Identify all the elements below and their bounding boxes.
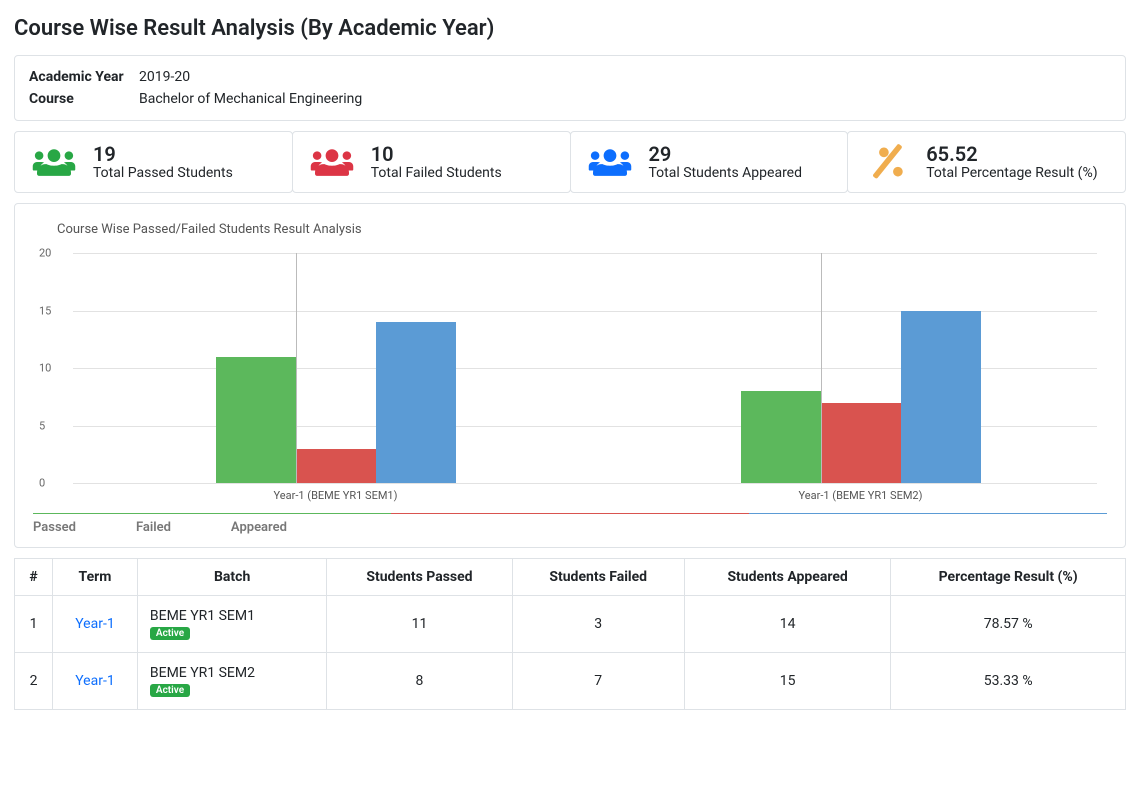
- stat-percentage-label: Total Percentage Result (%): [926, 165, 1097, 181]
- cell-passed: 8: [327, 653, 512, 710]
- th-appeared: Students Appeared: [684, 559, 890, 596]
- cell-batch: BEME YR1 SEM2Active: [137, 653, 326, 710]
- percent-icon: [860, 142, 914, 182]
- stat-appeared-label: Total Students Appeared: [649, 165, 803, 181]
- stat-appeared: 29 Total Students Appeared: [570, 131, 849, 193]
- table-row: 1Year-1BEME YR1 SEM1Active1131478.57 %: [15, 596, 1126, 653]
- stat-failed-value: 10: [371, 143, 502, 165]
- bar-appeared[interactable]: [901, 311, 981, 484]
- bar-failed[interactable]: [296, 449, 376, 484]
- x-tick: Year-1 (BEME YR1 SEM1): [274, 489, 398, 502]
- cell-term[interactable]: Year-1: [53, 596, 138, 653]
- cell-pct: 53.33 %: [891, 653, 1126, 710]
- bar-passed[interactable]: [216, 357, 296, 484]
- bar-passed[interactable]: [741, 391, 821, 483]
- stat-failed-label: Total Failed Students: [371, 165, 502, 181]
- bar-chart[interactable]: 05101520Year-1 (BEME YR1 SEM1)Year-1 (BE…: [73, 253, 1097, 483]
- legend-appeared[interactable]: Appeared: [231, 520, 287, 535]
- th-failed: Students Failed: [512, 559, 684, 596]
- users-icon: [583, 142, 637, 182]
- cell-term[interactable]: Year-1: [53, 653, 138, 710]
- table-row: 2Year-1BEME YR1 SEM2Active871553.33 %: [15, 653, 1126, 710]
- legend-failed[interactable]: Failed: [136, 520, 171, 535]
- stat-passed-label: Total Passed Students: [93, 165, 233, 181]
- legend-passed[interactable]: Passed: [33, 520, 76, 535]
- chart-title: Course Wise Passed/Failed Students Resul…: [57, 222, 1107, 237]
- chart-legend: Passed Failed Appeared: [33, 520, 1107, 535]
- th-pct: Percentage Result (%): [891, 559, 1126, 596]
- x-tick: Year-1 (BEME YR1 SEM2): [799, 489, 923, 502]
- bar-failed[interactable]: [821, 403, 901, 484]
- page-title: Course Wise Result Analysis (By Academic…: [14, 16, 1126, 41]
- users-icon: [305, 142, 359, 182]
- chart-panel: Course Wise Passed/Failed Students Resul…: [14, 203, 1126, 548]
- stat-appeared-value: 29: [649, 143, 803, 165]
- info-panel: Academic Year 2019-20 Course Bachelor of…: [14, 55, 1126, 121]
- cell-failed: 3: [512, 596, 684, 653]
- stat-passed-value: 19: [93, 143, 233, 165]
- users-icon: [27, 142, 81, 182]
- cell-batch: BEME YR1 SEM1Active: [137, 596, 326, 653]
- bar-appeared[interactable]: [376, 322, 456, 483]
- th-idx: #: [15, 559, 53, 596]
- cell-pct: 78.57 %: [891, 596, 1126, 653]
- stat-row: 19 Total Passed Students 10 Total Failed…: [14, 131, 1126, 193]
- course-label: Course: [29, 91, 139, 107]
- stat-percentage: 65.52 Total Percentage Result (%): [847, 131, 1126, 193]
- th-batch: Batch: [137, 559, 326, 596]
- academic-year-label: Academic Year: [29, 69, 139, 85]
- cell-appeared: 15: [684, 653, 890, 710]
- stat-passed: 19 Total Passed Students: [14, 131, 293, 193]
- cell-idx: 2: [15, 653, 53, 710]
- cell-passed: 11: [327, 596, 512, 653]
- stat-percentage-value: 65.52: [926, 143, 1097, 165]
- result-table: # Term Batch Students Passed Students Fa…: [14, 558, 1126, 710]
- th-passed: Students Passed: [327, 559, 512, 596]
- course-value: Bachelor of Mechanical Engineering: [139, 91, 362, 107]
- th-term: Term: [53, 559, 138, 596]
- cell-failed: 7: [512, 653, 684, 710]
- y-tick: 20: [39, 247, 1097, 260]
- cell-appeared: 14: [684, 596, 890, 653]
- stat-failed: 10 Total Failed Students: [292, 131, 571, 193]
- cell-idx: 1: [15, 596, 53, 653]
- academic-year-value: 2019-20: [139, 69, 190, 85]
